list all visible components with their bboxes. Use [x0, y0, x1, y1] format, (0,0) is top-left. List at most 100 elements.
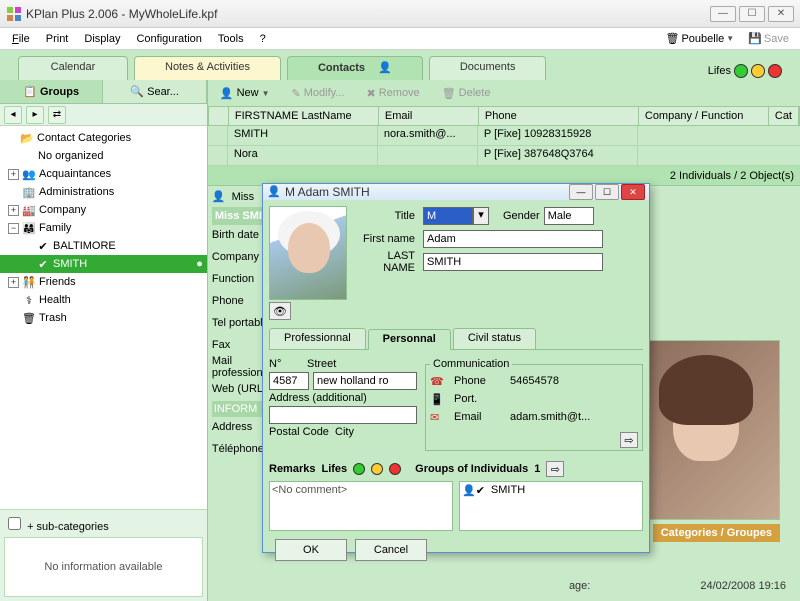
col-icon[interactable] [209, 107, 229, 125]
tree-noorg[interactable]: No organized [0, 147, 207, 165]
life-red-icon[interactable] [389, 463, 401, 475]
trash-icon: 🗑 [22, 311, 36, 325]
menu-display[interactable]: Display [78, 31, 126, 47]
modify-button[interactable]: ✎Modify... [286, 85, 351, 102]
pencil-icon: ✎ [292, 87, 301, 100]
person-icon: 👤 [220, 87, 234, 100]
cancel-button[interactable]: Cancel [355, 539, 427, 561]
firstname-input[interactable]: Adam [423, 230, 603, 248]
col-name[interactable]: FIRSTNAME LastName [229, 107, 379, 125]
menu-configuration[interactable]: Configuration [130, 31, 207, 47]
poubelle-button[interactable]: 🗑 Poubelle ▼ [661, 29, 740, 48]
grid-row[interactable]: SMITH nora.smith@... P [Fixe] 1092831592… [208, 126, 800, 146]
info-box: No information available [4, 537, 203, 597]
col-email[interactable]: Email [379, 107, 479, 125]
tab-contacts[interactable]: Contacts 👤 [287, 56, 423, 80]
life-yellow-icon[interactable] [751, 64, 765, 78]
health-icon: ⚕ [22, 293, 36, 307]
tree-health[interactable]: ⚕Health [0, 291, 207, 309]
tree-admin[interactable]: 🏢Administrations [0, 183, 207, 201]
life-red-icon[interactable] [768, 64, 782, 78]
remove-button[interactable]: ✖Remove [361, 85, 426, 102]
tree-baltimore[interactable]: ✔BALTIMORE [0, 237, 207, 255]
tab-professional[interactable]: Professionnal [269, 328, 366, 349]
lastname-input[interactable]: SMITH [423, 253, 603, 271]
trash-icon: 🗑 [666, 32, 680, 45]
chevron-down-icon[interactable]: ▾ [473, 207, 489, 225]
collapse-button[interactable]: ▸ [26, 106, 44, 124]
sidebar-footer: + sub-categories No information availabl… [0, 509, 207, 601]
col-cat[interactable]: Cat [769, 107, 799, 125]
grid-row[interactable]: Nora P [Fixe] 387648Q3764 [208, 146, 800, 166]
save-button[interactable]: 💾 Save [743, 29, 794, 48]
eye-icon[interactable]: 👁 [269, 302, 291, 320]
menu-tools[interactable]: Tools [212, 31, 250, 47]
sidetab-groups[interactable]: 📋 Groups [0, 80, 103, 103]
menu-help[interactable]: ? [254, 31, 272, 47]
address2-input[interactable] [269, 406, 417, 424]
main-tabstrip: Calendar Notes & Activities Contacts 👤 D… [0, 50, 800, 80]
tab-civil[interactable]: Civil status [453, 328, 536, 349]
tree-root[interactable]: 📂Contact Categories [0, 129, 207, 147]
ok-button[interactable]: OK [275, 539, 347, 561]
col-company[interactable]: Company / Function [639, 107, 769, 125]
tree-trash[interactable]: 🗑Trash [0, 309, 207, 327]
groups-more-button[interactable]: ⇨ [546, 461, 564, 477]
col-phone[interactable]: Phone [479, 107, 639, 125]
tree-smith[interactable]: ✔SMITH ● [0, 255, 207, 273]
status-footer: age: 24/02/2008 19:16 [210, 577, 794, 595]
delete-button[interactable]: 🗑Delete [436, 85, 497, 102]
dialog-close-button[interactable]: ✕ [621, 184, 645, 200]
street-input[interactable] [313, 372, 417, 390]
life-yellow-icon[interactable] [371, 463, 383, 475]
close-button[interactable]: ✕ [768, 6, 794, 22]
friends-icon: 🧑‍🤝‍🧑 [22, 275, 36, 289]
email-icon: ✉ [430, 411, 448, 424]
phone-icon: ☎ [430, 375, 448, 388]
comm-email[interactable]: ✉Emailadam.smith@t... [430, 408, 638, 426]
subcategories-checkbox[interactable]: + sub-categories [4, 521, 109, 533]
new-button[interactable]: 👤New ▼ [214, 85, 276, 102]
comm-more-button[interactable]: ⇨ [620, 432, 638, 448]
toggle-button[interactable]: ⇄ [48, 106, 66, 124]
comm-phone[interactable]: ☎Phone54654578 [430, 372, 638, 390]
remarks-textarea[interactable]: <No comment> [269, 481, 453, 531]
categories-header: Categories / Groupes [653, 524, 780, 542]
mobile-icon: 📱 [430, 393, 448, 406]
gender-field[interactable]: Male [544, 207, 594, 225]
tree-company[interactable]: +🏭Company [0, 201, 207, 219]
tab-calendar[interactable]: Calendar [18, 56, 128, 80]
company-icon: 🏭 [22, 203, 36, 217]
menu-print[interactable]: Print [40, 31, 75, 47]
tree-friends[interactable]: +🧑‍🤝‍🧑Friends [0, 273, 207, 291]
minimize-button[interactable]: — [710, 6, 736, 22]
dialog-maximize-button[interactable]: ☐ [595, 184, 619, 200]
number-input[interactable] [269, 372, 309, 390]
chevron-down-icon: ▼ [726, 34, 734, 43]
life-green-icon[interactable] [734, 64, 748, 78]
tab-notes[interactable]: Notes & Activities [134, 56, 281, 80]
life-green-icon[interactable] [353, 463, 365, 475]
title-select[interactable]: M [423, 207, 473, 225]
tree-acq[interactable]: +👥Acquaintances [0, 165, 207, 183]
dialog-minimize-button[interactable]: — [569, 184, 593, 200]
grid-header: FIRSTNAME LastName Email Phone Company /… [208, 106, 800, 126]
maximize-button[interactable]: ☐ [739, 6, 765, 22]
contact-photo [630, 340, 780, 520]
app-logo-icon [6, 6, 22, 22]
expand-button[interactable]: ◂ [4, 106, 22, 124]
tab-documents[interactable]: Documents [429, 56, 547, 80]
sidetab-search[interactable]: 🔍 Sear... [103, 80, 206, 103]
dialog-photo [269, 206, 347, 300]
communication-group: Communication ☎Phone54654578 📱Port. ✉Ema… [425, 358, 643, 451]
menu-file[interactable]: File [6, 31, 36, 47]
person-check-icon: ✔ [36, 239, 50, 253]
person-icon: 👤 [378, 62, 392, 74]
comm-port[interactable]: 📱Port. [430, 390, 638, 408]
dialog-tabstrip: Professionnal Personnal Civil status [269, 328, 643, 350]
groups-list[interactable]: 👤✔SMITH [459, 481, 643, 531]
remove-icon: ✖ [367, 87, 376, 100]
tab-personal[interactable]: Personnal [368, 329, 451, 350]
category-tree: 📂Contact Categories No organized +👥Acqua… [0, 126, 207, 509]
tree-family[interactable]: −👨‍👩‍👧Family [0, 219, 207, 237]
